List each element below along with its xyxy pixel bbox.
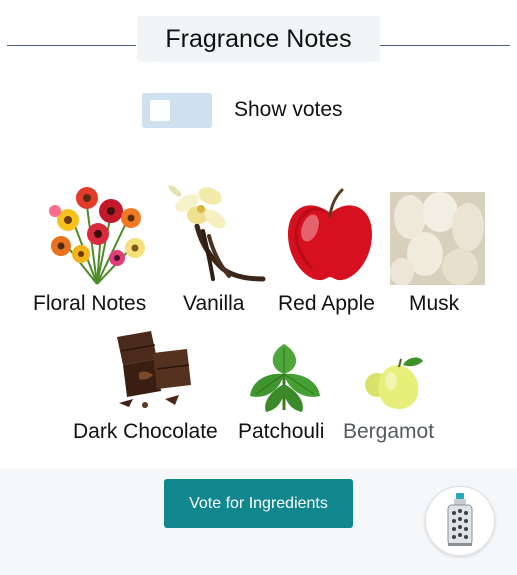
bergamot-icon — [363, 355, 425, 413]
patchouli-icon — [246, 340, 322, 414]
header-divider-right — [380, 45, 510, 46]
vote-for-ingredients-button[interactable]: Vote for Ingredients — [164, 479, 353, 528]
chocolate-icon — [109, 329, 193, 413]
flowers-icon — [43, 176, 151, 286]
note-patchouli[interactable]: Patchouli — [238, 340, 338, 446]
note-label: Patchouli — [238, 420, 325, 443]
note-floral[interactable]: Floral Notes — [33, 176, 161, 316]
musk-icon — [390, 192, 485, 285]
note-label: Vanilla — [183, 292, 245, 315]
note-label: Dark Chocolate — [73, 420, 218, 443]
header-divider-left — [7, 45, 136, 46]
note-label: Bergamot — [343, 420, 435, 443]
note-bergamot[interactable]: Bergamot — [343, 355, 448, 446]
note-red-apple[interactable]: Red Apple — [278, 186, 388, 316]
note-vanilla[interactable]: Vanilla — [165, 181, 275, 316]
fragrance-notes-card: Fragrance Notes Show votes Floral Notes … — [0, 0, 517, 468]
note-label: Red Apple — [278, 292, 375, 315]
perfume-bottle-icon[interactable] — [425, 486, 495, 556]
section-title: Fragrance Notes — [137, 16, 380, 62]
vanilla-icon — [165, 181, 270, 284]
note-label: Musk — [409, 292, 460, 315]
toggle-knob — [150, 100, 170, 121]
note-dark-chocolate[interactable]: Dark Chocolate — [73, 329, 233, 446]
apple-icon — [284, 186, 376, 284]
note-musk[interactable]: Musk — [390, 192, 485, 316]
show-votes-toggle[interactable] — [142, 93, 212, 128]
show-votes-label: Show votes — [234, 98, 343, 121]
section-title-text: Fragrance Notes — [165, 24, 352, 53]
note-label: Floral Notes — [33, 292, 147, 315]
